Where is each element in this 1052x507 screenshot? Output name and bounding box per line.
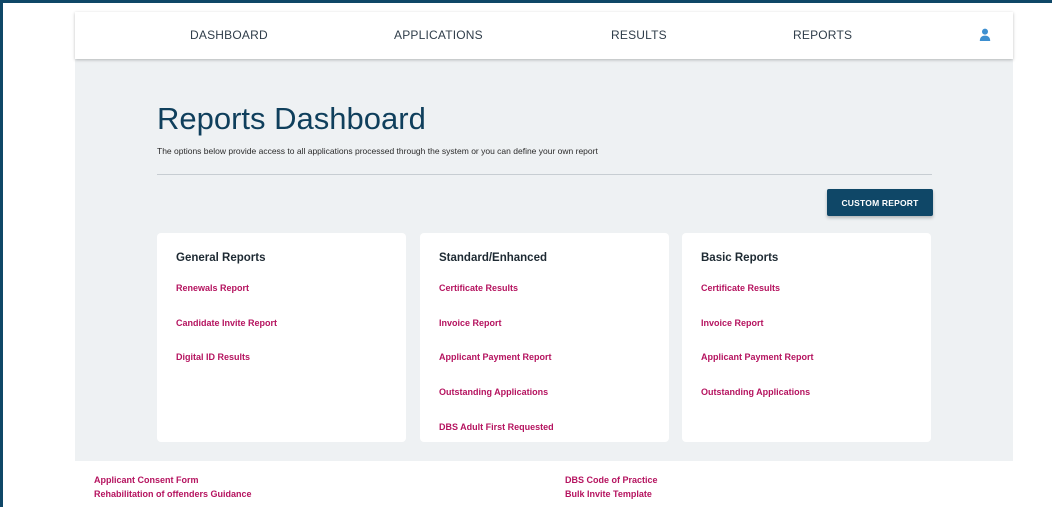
link-outstanding-applications[interactable]: Outstanding Applications	[439, 387, 548, 397]
user-icon[interactable]	[979, 28, 991, 42]
card-standard-enhanced: Standard/Enhanced Certificate Results In…	[420, 233, 669, 442]
link-digital-id-results[interactable]: Digital ID Results	[176, 352, 250, 362]
footer-link-rehabilitation-guidance[interactable]: Rehabilitation of offenders Guidance	[94, 489, 252, 499]
card-title: Standard/Enhanced	[439, 252, 547, 264]
divider	[157, 174, 932, 175]
link-invoice-report[interactable]: Invoice Report	[701, 318, 764, 328]
nav-reports[interactable]: REPORTS	[793, 12, 852, 59]
link-certificate-results[interactable]: Certificate Results	[439, 283, 518, 293]
footer-link-applicant-consent-form[interactable]: Applicant Consent Form	[94, 475, 199, 485]
main-panel: Reports Dashboard The options below prov…	[75, 59, 1013, 461]
app-window: DASHBOARD APPLICATIONS RESULTS REPORTS R…	[0, 0, 1052, 507]
link-candidate-invite-report[interactable]: Candidate Invite Report	[176, 318, 277, 328]
card-general-reports: General Reports Renewals Report Candidat…	[157, 233, 406, 442]
link-outstanding-applications[interactable]: Outstanding Applications	[701, 387, 810, 397]
link-invoice-report[interactable]: Invoice Report	[439, 318, 502, 328]
page-subtitle: The options below provide access to all …	[157, 146, 598, 156]
footer-link-dbs-code-of-practice[interactable]: DBS Code of Practice	[565, 475, 658, 485]
link-renewals-report[interactable]: Renewals Report	[176, 283, 249, 293]
card-basic-reports: Basic Reports Certificate Results Invoic…	[682, 233, 931, 442]
nav-dashboard[interactable]: DASHBOARD	[190, 12, 268, 59]
top-nav: DASHBOARD APPLICATIONS RESULTS REPORTS	[75, 12, 1013, 59]
card-title: Basic Reports	[701, 252, 779, 264]
footer-link-bulk-invite-template[interactable]: Bulk Invite Template	[565, 489, 652, 499]
link-applicant-payment-report[interactable]: Applicant Payment Report	[439, 352, 552, 362]
page-title: Reports Dashboard	[157, 101, 426, 136]
link-certificate-results[interactable]: Certificate Results	[701, 283, 780, 293]
link-applicant-payment-report[interactable]: Applicant Payment Report	[701, 352, 814, 362]
custom-report-button[interactable]: CUSTOM REPORT	[827, 189, 933, 216]
link-dbs-adult-first-requested[interactable]: DBS Adult First Requested	[439, 422, 554, 432]
nav-results[interactable]: RESULTS	[611, 12, 667, 59]
user-icon-svg	[979, 28, 991, 41]
card-title: General Reports	[176, 252, 266, 264]
nav-applications[interactable]: APPLICATIONS	[394, 12, 483, 59]
